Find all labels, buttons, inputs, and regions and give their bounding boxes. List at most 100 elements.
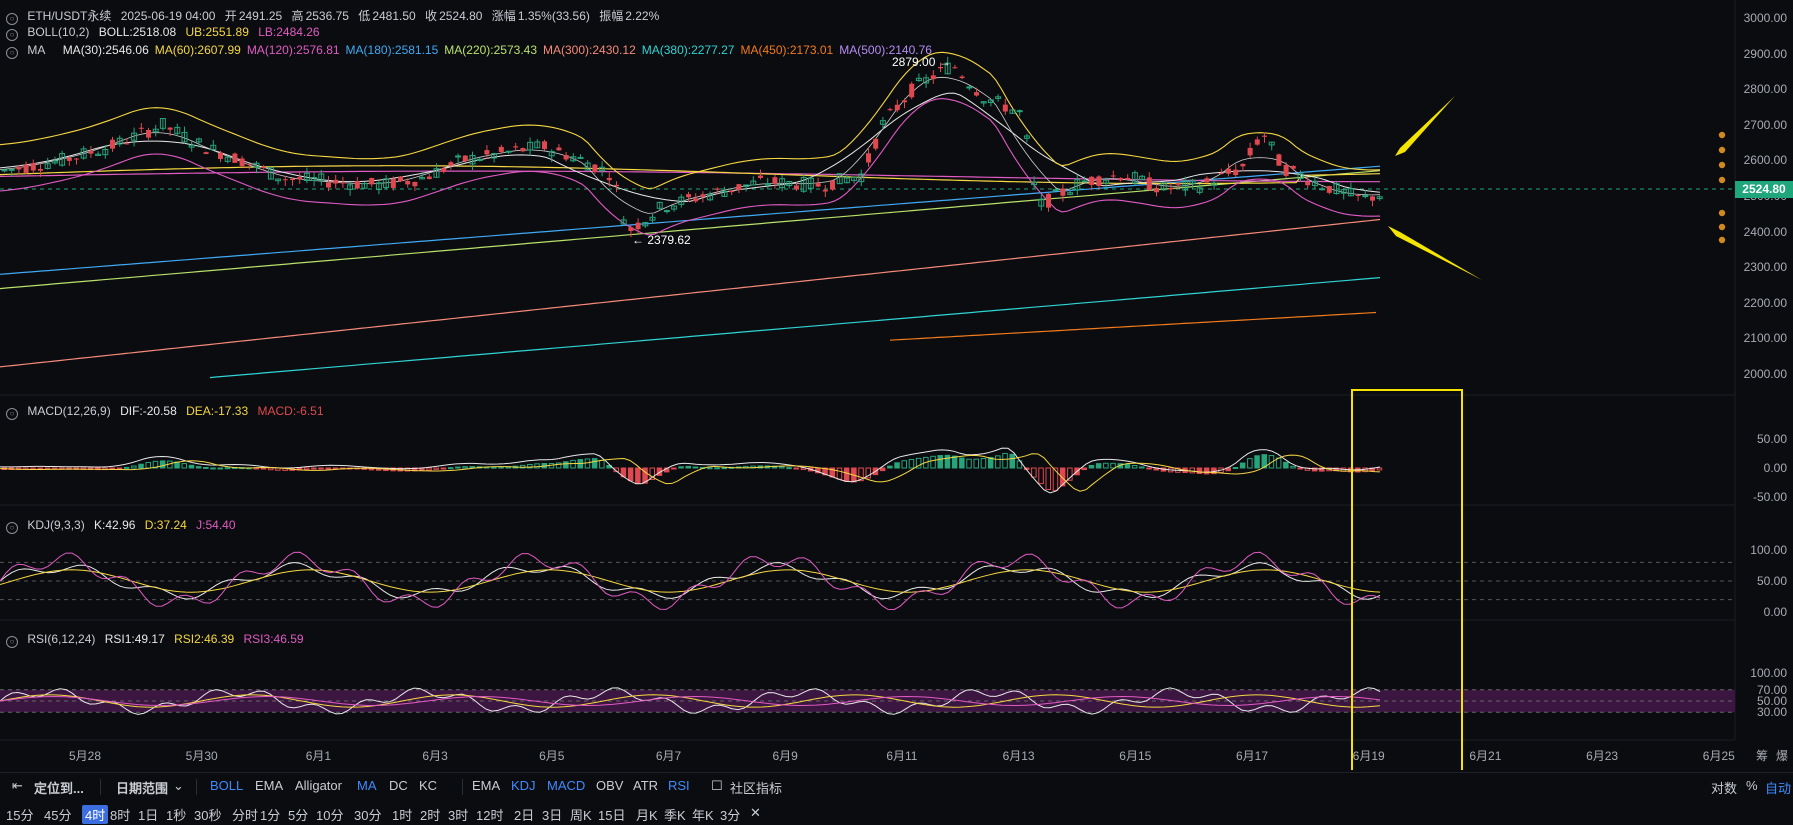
sub-indicator-macd[interactable]: MACD (547, 778, 585, 793)
macd-tick: 0.00 (1763, 461, 1787, 475)
axis-marker-dot (1718, 161, 1726, 169)
candle-body (1118, 177, 1123, 181)
chart-canvas[interactable]: 2879.00 →← 2379.62 (0, 0, 1793, 770)
candle-body (232, 153, 238, 163)
main-indicator-dc[interactable]: DC (389, 778, 408, 793)
candle-body (1016, 110, 1023, 113)
axis-option-0[interactable]: 对数 (1711, 778, 1737, 797)
locate-button[interactable]: 定位到... (34, 778, 84, 797)
candle-body (261, 166, 267, 168)
macd-bar (195, 466, 202, 469)
macd-bar (901, 460, 907, 469)
time-axis-label: 6月11 (886, 749, 918, 763)
indicator-toggle-icon[interactable]: ○ (6, 29, 18, 41)
timeframe-5[interactable]: 1秒 (166, 805, 186, 824)
candle-body (592, 164, 598, 172)
candle-body (146, 130, 151, 138)
candle-body (902, 100, 907, 103)
candle-body (1247, 147, 1253, 156)
explode-button[interactable]: 爆 (1776, 747, 1788, 764)
macd-bar (159, 460, 166, 469)
timeframe-22[interactable]: 年K (692, 805, 714, 824)
timeframe-6[interactable]: 30秒 (194, 805, 221, 824)
timeframe-21[interactable]: 季K (664, 805, 686, 824)
main-indicator-ma[interactable]: MA (357, 778, 377, 793)
time-axis-label: 6月21 (1469, 749, 1502, 763)
price-tick: 2900.00 (1743, 46, 1787, 61)
indicator-toggle-icon[interactable]: ○ (6, 408, 18, 420)
axis-marker-dot (1718, 146, 1726, 154)
chip-button[interactable]: 筹 (1756, 747, 1768, 764)
timeframe-23[interactable]: 3分 (720, 805, 740, 824)
chevron-down-icon[interactable]: ⌄ (173, 778, 184, 794)
price-tick: 2800.00 (1743, 82, 1787, 97)
indicator-toggle-icon[interactable]: ○ (6, 522, 18, 534)
time-axis-label: 6月15 (1119, 749, 1152, 763)
community-indicator-button[interactable]: 社区指标 (730, 778, 782, 797)
candle-body (340, 182, 346, 184)
main-indicator-boll[interactable]: BOLL (210, 778, 243, 793)
macd-bar (836, 467, 843, 480)
sub-indicator-atr[interactable]: ATR (633, 778, 658, 793)
indicator-toggle-icon[interactable]: ○ (6, 636, 18, 648)
timeframe-13[interactable]: 2时 (420, 805, 440, 824)
timeframe-14[interactable]: 3时 (448, 805, 468, 824)
open-value: 2491.25 (238, 9, 283, 23)
timeframe-12[interactable]: 1时 (392, 805, 412, 824)
candle-body (297, 177, 303, 180)
price-axis[interactable]: 3000.002900.002800.002700.002600.002500.… (1735, 0, 1793, 770)
locate-icon[interactable]: ⇤ (12, 778, 23, 794)
axis-option-1[interactable]: % (1746, 778, 1758, 793)
sub-indicator-ema[interactable]: EMA (472, 778, 500, 793)
main-indicator-ema[interactable]: EMA (255, 778, 283, 793)
boll-legend: ○ BOLL(10,2) BOLL:2518.08 UB:2551.89 LB:… (6, 25, 326, 41)
price-tick: 2700.00 (1743, 117, 1787, 132)
timeframe-20[interactable]: 月K (636, 805, 658, 824)
timeframe-10[interactable]: 10分 (316, 805, 343, 824)
timeframe-17[interactable]: 3日 (542, 805, 562, 824)
sub-indicator-obv[interactable]: OBV (596, 778, 623, 793)
macd-bar (1254, 455, 1260, 469)
indicator-toggle-icon[interactable]: ○ (6, 47, 18, 59)
price-tick: 2300.00 (1743, 260, 1787, 275)
timeframe-toolbar: 15分 45分 4时 8时 1日 1秒 30秒 分时 1分 5分 10分 30分 1时 2时 3时 12时 2日… (0, 800, 1793, 825)
macd-legend: ○ MACD(12,26,9) DIF:-20.58 DEA:-17.33 MA… (6, 404, 330, 420)
candle-body (663, 210, 670, 213)
macd-bar (1131, 465, 1138, 469)
community-indicator-icon[interactable]: ☐ (711, 778, 723, 794)
timeframe-3[interactable]: 8时 (110, 805, 130, 824)
macd-bar (1146, 467, 1152, 470)
axis-option-2[interactable]: 自动 (1765, 778, 1791, 797)
timeframe-18[interactable]: 周K (570, 805, 592, 824)
main-indicator-kc[interactable]: KC (419, 778, 437, 793)
main-indicator-alligator[interactable]: Alligator (295, 778, 342, 793)
timeframe-11[interactable]: 30分 (354, 805, 381, 824)
time-axis[interactable]: 5月28 5月30 6月1 6月3 6月5 6月7 6月9 6月11 6月13 6月15 6月17 6… (0, 747, 1793, 767)
timeframe-7[interactable]: 分时 (232, 805, 258, 824)
candle-body (1326, 186, 1332, 193)
candle-body (239, 158, 245, 167)
candle-body (758, 175, 763, 178)
candle-body (866, 153, 871, 163)
timeframe-16[interactable]: 2日 (514, 805, 534, 824)
date-range-button[interactable]: 日期范围 (116, 778, 168, 797)
macd-bar (908, 459, 915, 469)
settings-circle-icon[interactable]: ○ (6, 13, 18, 25)
timeframe-2[interactable]: 4时 (82, 805, 109, 824)
timeframe-0[interactable]: 15分 (6, 805, 33, 824)
rsi3-value: RSI3:46.59 (243, 632, 304, 646)
timeframe-8[interactable]: 1分 (260, 805, 280, 824)
sub-indicator-kdj[interactable]: KDJ (511, 778, 536, 793)
timeframe-19[interactable]: 15日 (598, 805, 625, 824)
candle-body (1305, 181, 1311, 186)
close-icon[interactable]: ✕ (750, 805, 761, 821)
timeframe-4[interactable]: 1日 (138, 805, 158, 824)
timeframe-15[interactable]: 12时 (476, 805, 503, 824)
macd-bar (678, 466, 684, 469)
timeframe-1[interactable]: 45分 (44, 805, 71, 824)
sub-indicator-rsi[interactable]: RSI (668, 778, 690, 793)
candle-body (966, 86, 973, 89)
timeframe-9[interactable]: 5分 (288, 805, 308, 824)
kdj-name: KDJ(9,3,3) (27, 518, 85, 532)
candle-body (462, 155, 468, 162)
